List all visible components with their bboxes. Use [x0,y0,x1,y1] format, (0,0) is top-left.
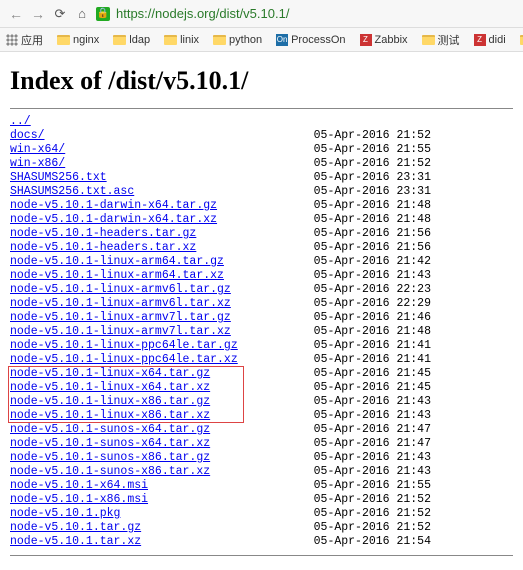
directory-listing: ../ docs/ 05-Apr-2016 21:52 - win-x64/ 0… [10,115,513,549]
file-link[interactable]: docs/ [10,129,45,142]
lock-icon: 🔒 [96,7,110,21]
file-link[interactable]: node-v5.10.1-linux-x64.tar.gz [10,367,210,380]
bookmark-label: didi [489,34,506,46]
file-link[interactable]: node-v5.10.1.tar.xz [10,535,141,548]
site-icon: On [276,34,288,46]
folder-icon [164,35,177,45]
bookmark-item[interactable]: 测试 [422,32,460,48]
file-link[interactable]: node-v5.10.1-x64.msi [10,479,148,492]
bookmark-label: 测试 [438,32,460,48]
file-link[interactable]: node-v5.10.1.tar.gz [10,521,141,534]
bookmark-item[interactable]: OnProcessOn [276,34,345,46]
bookmark-item[interactable]: python [213,34,262,46]
file-link[interactable]: node-v5.10.1-darwin-x64.tar.xz [10,213,217,226]
bookmark-label: ProcessOn [291,34,345,46]
page-content: Index of /dist/v5.10.1/ ../ docs/ 05-Apr… [0,52,523,570]
folder-icon [113,35,126,45]
file-link[interactable]: node-v5.10.1-sunos-x64.tar.xz [10,437,210,450]
folder-icon [57,35,70,45]
file-link[interactable]: node-v5.10.1.pkg [10,507,120,520]
file-link[interactable]: node-v5.10.1-linux-x86.tar.gz [10,395,210,408]
file-link[interactable]: node-v5.10.1-sunos-x64.tar.gz [10,423,210,436]
bookmark-label: nginx [73,34,99,46]
bookmark-item[interactable]: Zdidi [474,34,506,46]
file-link[interactable]: node-v5.10.1-linux-x64.tar.xz [10,381,210,394]
site-icon: Z [474,34,486,46]
file-link[interactable]: node-v5.10.1-linux-armv6l.tar.gz [10,283,231,296]
address-bar[interactable]: https://nodejs.org/dist/v5.10.1/ [116,6,515,21]
apps-icon [6,34,18,46]
folder-icon [422,35,435,45]
file-link[interactable]: node-v5.10.1-linux-armv7l.tar.xz [10,325,231,338]
file-link[interactable]: SHASUMS256.txt.asc [10,185,134,198]
file-link[interactable]: node-v5.10.1-linux-armv6l.tar.xz [10,297,231,310]
apps-label: 应用 [21,32,43,48]
browser-toolbar: ← → ⟳ ⌂ 🔒 https://nodejs.org/dist/v5.10.… [0,0,523,28]
file-link[interactable]: node-v5.10.1-linux-x86.tar.xz [10,409,210,422]
bookmark-label: ldap [129,34,150,46]
parent-dir-link[interactable]: ../ [10,115,31,128]
file-link[interactable]: node-v5.10.1-linux-armv7l.tar.gz [10,311,231,324]
file-link[interactable]: SHASUMS256.txt [10,171,107,184]
back-button[interactable]: ← [8,6,24,22]
file-link[interactable]: node-v5.10.1-darwin-x64.tar.gz [10,199,217,212]
file-link[interactable]: node-v5.10.1-headers.tar.xz [10,241,196,254]
bookmark-item[interactable]: ZZabbix [360,34,408,46]
site-icon: Z [360,34,372,46]
bookmark-label: python [229,34,262,46]
file-link[interactable]: node-v5.10.1-sunos-x86.tar.gz [10,451,210,464]
folder-icon [520,35,523,45]
file-link[interactable]: node-v5.10.1-headers.tar.gz [10,227,196,240]
page-title: Index of /dist/v5.10.1/ [10,66,513,96]
bookmark-item[interactable]: linix [164,34,199,46]
file-link[interactable]: win-x64/ [10,143,65,156]
bookmark-item[interactable]: ldap [113,34,150,46]
file-link[interactable]: node-v5.10.1-linux-arm64.tar.xz [10,269,224,282]
file-link[interactable]: node-v5.10.1-sunos-x86.tar.xz [10,465,210,478]
bookmark-label: Zabbix [375,34,408,46]
file-link[interactable]: node-v5.10.1-linux-ppc64le.tar.gz [10,339,238,352]
folder-icon [213,35,226,45]
bookmark-item[interactable]: 阿里云 [520,32,523,48]
file-link[interactable]: node-v5.10.1-linux-arm64.tar.gz [10,255,224,268]
divider-top [10,108,513,109]
bookmarks-bar: 应用 nginxldaplinixpythonOnProcessOnZZabbi… [0,28,523,52]
reload-button[interactable]: ⟳ [52,6,68,22]
file-link[interactable]: node-v5.10.1-linux-ppc64le.tar.xz [10,353,238,366]
home-button[interactable]: ⌂ [74,6,90,22]
forward-button[interactable]: → [30,6,46,22]
bookmark-item[interactable]: nginx [57,34,99,46]
file-link[interactable]: win-x86/ [10,157,65,170]
apps-shortcut[interactable]: 应用 [6,32,43,48]
bookmark-label: linix [180,34,199,46]
divider-bottom [10,555,513,556]
